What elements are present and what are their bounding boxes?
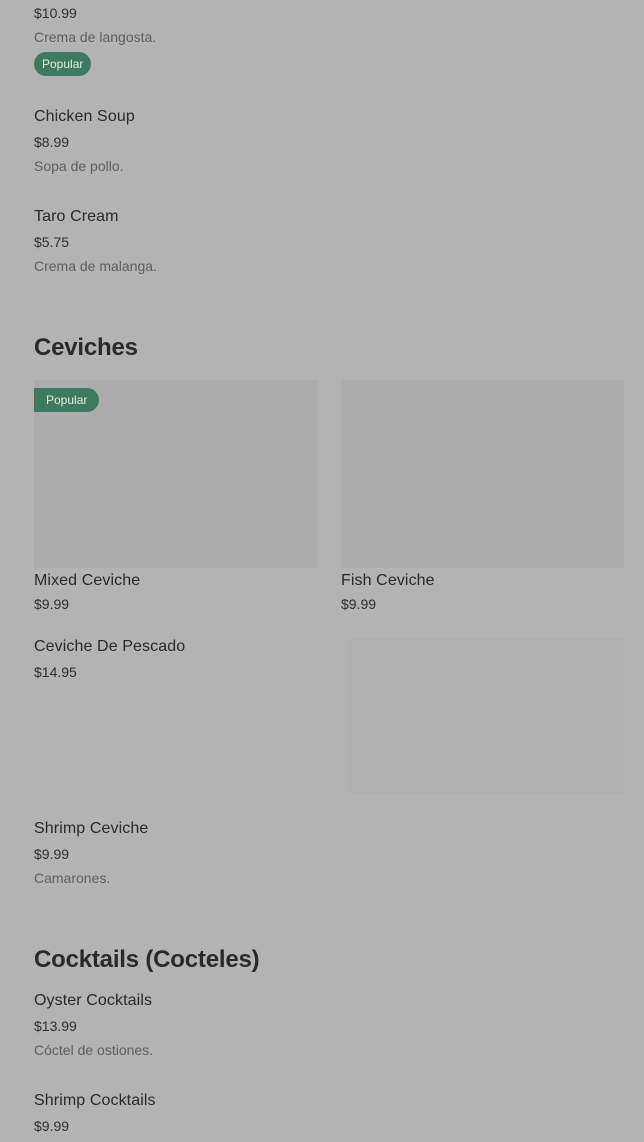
item-name: Chicken Soup	[34, 108, 135, 125]
item-name: Fish Ceviche	[341, 572, 435, 589]
popular-badge: Popular	[34, 388, 100, 412]
menu-item-shrimp-ceviche[interactable]: Shrimp Ceviche $9.99 Camarones.	[34, 818, 614, 894]
item-price: $10.99	[34, 5, 77, 21]
item-name: Shrimp Cocktails	[34, 1092, 156, 1109]
section-title-cocktails: Cocktails (Cocteles)	[34, 946, 260, 973]
item-price: $9.99	[34, 846, 70, 862]
menu-item-ceviche-de-pescado[interactable]: Ceviche De Pescado $14.95	[34, 636, 624, 796]
item-description: Crema de langosta.	[34, 29, 157, 45]
item-description: Cóctel de ostiones.	[34, 1042, 154, 1058]
menu-card-mixed-ceviche[interactable]: Popular Mixed Ceviche $9.99	[34, 380, 317, 618]
menu-item-chicken-soup[interactable]: Chicken Soup $8.99 Sopa de pollo.	[34, 106, 614, 182]
menu-card-fish-ceviche[interactable]: Fish Ceviche $9.99	[341, 380, 624, 618]
menu-item-lobster-cream[interactable]: $10.99 Crema de langosta. Popular	[34, 0, 614, 80]
item-price: $9.99	[341, 596, 377, 612]
popular-badge: Popular	[34, 52, 92, 76]
menu-item-oyster-cocktails[interactable]: Oyster Cocktails $13.99 Cóctel de ostion…	[34, 990, 614, 1066]
item-price: $8.99	[34, 134, 70, 150]
item-description: Sopa de pollo.	[34, 158, 124, 174]
item-name: Taro Cream	[34, 208, 119, 225]
item-price: $13.99	[34, 1018, 77, 1034]
section-title-ceviches: Ceviches	[34, 334, 138, 361]
item-description: Crema de malanga.	[34, 258, 157, 274]
item-image	[341, 380, 624, 568]
item-price: $5.75	[34, 234, 70, 250]
item-price: $9.99	[34, 1118, 70, 1134]
item-price: $14.95	[34, 664, 77, 680]
item-name: Ceviche De Pescado	[34, 638, 186, 655]
item-description: Camarones.	[34, 870, 111, 886]
item-name: Mixed Ceviche	[34, 572, 141, 589]
item-image	[348, 638, 624, 794]
menu-item-taro-cream[interactable]: Taro Cream $5.75 Crema de malanga.	[34, 206, 614, 282]
item-price: $9.99	[34, 596, 70, 612]
item-name: Oyster Cocktails	[34, 992, 153, 1009]
item-name: Shrimp Ceviche	[34, 820, 149, 837]
menu-item-shrimp-cocktails[interactable]: Shrimp Cocktails $9.99	[34, 1090, 614, 1142]
